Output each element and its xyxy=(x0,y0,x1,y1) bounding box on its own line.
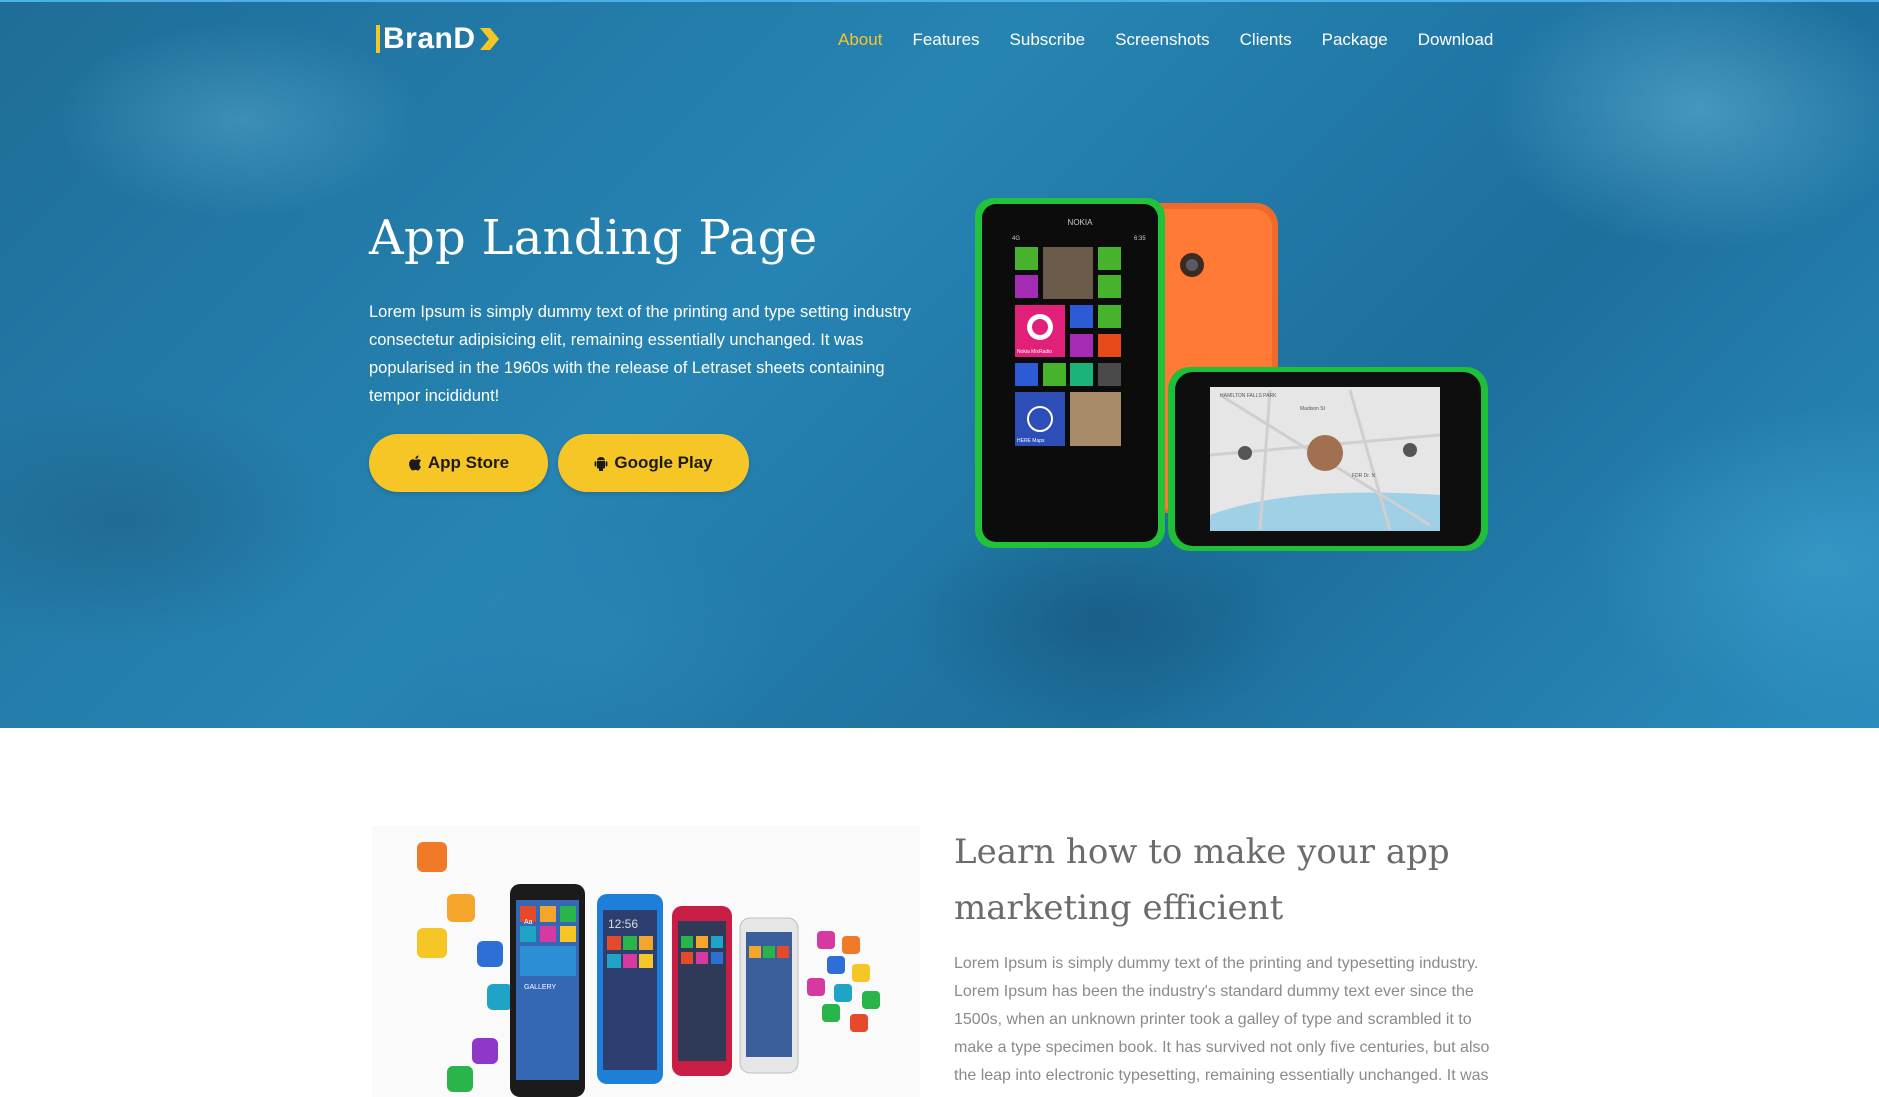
main-menu: About Features Subscribe Screenshots Cli… xyxy=(838,30,1523,50)
gallery-label: GALLERY xyxy=(524,984,556,991)
maps-tile-label: HERE Maps xyxy=(1017,438,1045,444)
blue-phone-image: 12:56 xyxy=(597,894,663,1084)
clock-label: 12:56 xyxy=(608,917,638,931)
google-play-button[interactable]: Google Play xyxy=(558,434,749,492)
red-phone-image xyxy=(672,906,732,1076)
apple-icon xyxy=(408,455,421,471)
hero-description: Lorem Ipsum is simply dummy text of the … xyxy=(369,303,911,405)
logo-text: BranD xyxy=(383,22,476,55)
android-icon xyxy=(594,457,608,471)
nav-subscribe[interactable]: Subscribe xyxy=(1010,30,1086,50)
green-phone-image: NOKIA 4G 6:35 Nokia MixRadio HERE Maps xyxy=(975,198,1165,548)
app-store-button[interactable]: App Store xyxy=(369,434,548,492)
app-store-label: App Store xyxy=(427,453,510,472)
chevron-right-icon xyxy=(479,28,499,50)
nav-about[interactable]: About xyxy=(838,30,882,50)
nav-package[interactable]: Package xyxy=(1322,30,1388,50)
mixradio-tile-label: Nokia MixRadio xyxy=(1017,349,1052,355)
top-navbar: BranD About Features Subscribe Screensho… xyxy=(0,22,1879,62)
nav-download[interactable]: Download xyxy=(1418,30,1494,50)
hero-title: App Landing Page xyxy=(369,210,818,266)
map-label-1: HAMILTON FALLS PARK xyxy=(1220,393,1277,399)
map-label-2: FDR Dr. N xyxy=(1352,473,1375,479)
features-title: Learn how to make your app marketing eff… xyxy=(954,832,1450,928)
aa-tile-label: Aa xyxy=(524,919,533,926)
phones-illustration: NOKIA 4G 6:35 Nokia MixRadio HERE Maps H… xyxy=(975,198,1488,551)
black-phone-image: GALLERY Aa xyxy=(510,884,585,1097)
brand-logo[interactable]: BranD xyxy=(376,22,500,56)
logo-bar xyxy=(376,25,380,53)
landscape-phone-image: HAMILTON FALLS PARK FDR Dr. N Madison St xyxy=(1168,367,1488,551)
nav-screenshots[interactable]: Screenshots xyxy=(1115,30,1210,50)
nav-clients[interactable]: Clients xyxy=(1240,30,1292,50)
app-phones-illustration: GALLERY Aa 12:56 xyxy=(372,826,920,1097)
phone-signal-label: 4G xyxy=(1012,236,1020,242)
hero-section: BranD About Features Subscribe Screensho… xyxy=(0,0,1879,728)
google-play-label: Google Play xyxy=(614,453,713,472)
features-description: Lorem Ipsum is simply dummy text of the … xyxy=(954,955,1490,1084)
phone-brand-label: NOKIA xyxy=(1068,218,1094,227)
features-section: GALLERY Aa 12:56 Learn how to make your … xyxy=(0,728,1879,1097)
feature-image: GALLERY Aa 12:56 xyxy=(372,826,920,1097)
phone-time-label: 6:35 xyxy=(1134,236,1146,242)
nav-features[interactable]: Features xyxy=(912,30,979,50)
map-label-3: Madison St xyxy=(1300,406,1326,412)
white-phone-image xyxy=(739,917,799,1074)
